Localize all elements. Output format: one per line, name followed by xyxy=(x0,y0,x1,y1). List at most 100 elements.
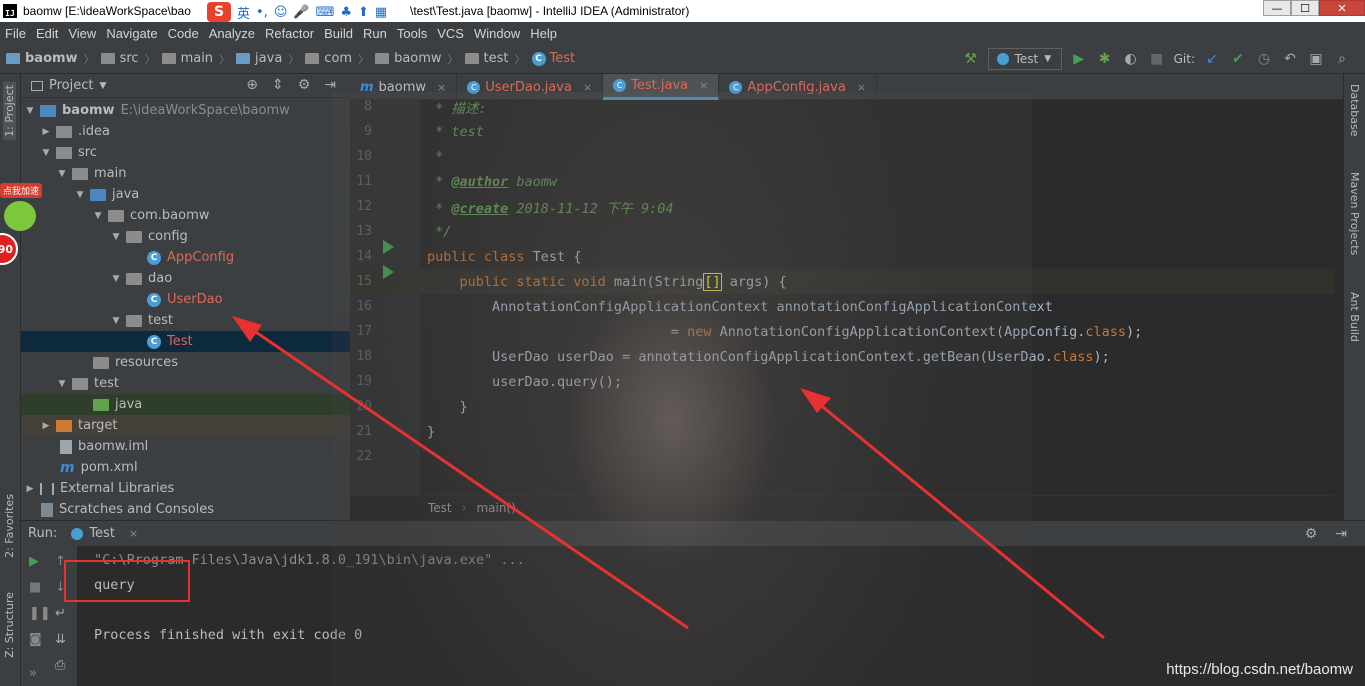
tab-test[interactable]: C Test.java × xyxy=(603,74,720,100)
menu-analyze[interactable]: Analyze xyxy=(204,26,260,41)
print-icon[interactable]: ⎙ xyxy=(55,658,65,673)
menu-code[interactable]: Code xyxy=(163,26,204,41)
database-tool-tab[interactable]: Database xyxy=(1348,84,1361,137)
run-icon[interactable]: ▶ xyxy=(1070,50,1088,68)
breadcrumb-com[interactable]: com 〉 xyxy=(305,51,369,67)
skin-icon[interactable]: ♣ xyxy=(340,5,352,20)
chevron-down-icon[interactable]: ▼ xyxy=(99,81,106,91)
tree-item-test-folder[interactable]: ▼ test xyxy=(21,373,350,394)
tab-baomw[interactable]: m baomw × xyxy=(350,74,458,100)
speedup-value[interactable]: 90 xyxy=(0,233,18,265)
search-icon[interactable]: ⌕ xyxy=(1333,50,1351,68)
project-tool-tab[interactable]: 1: Project xyxy=(3,82,16,140)
tree-item-resources[interactable]: resources xyxy=(21,352,350,373)
favorites-tool-tab[interactable]: 2: Favorites xyxy=(3,494,16,558)
coverage-icon[interactable]: ◐ xyxy=(1122,50,1140,68)
tree-item-test-java[interactable]: java xyxy=(21,394,350,415)
tree-item-baomw[interactable]: ▼ baomw E:\ideaWorkSpace\baomw xyxy=(21,100,350,121)
mic-icon[interactable]: 🎤 xyxy=(293,5,309,20)
tree-item-com-baomw[interactable]: ▼ com.baomw xyxy=(21,205,350,226)
git-commit-icon[interactable]: ✔ xyxy=(1229,50,1247,68)
speedup-badge[interactable]: 点我加速 90 xyxy=(0,183,48,283)
tree-item-userdao[interactable]: C UserDao xyxy=(21,289,350,310)
more-icon[interactable]: » xyxy=(29,666,37,681)
tree-item-external-libraries[interactable]: ▶ External Libraries xyxy=(21,478,350,499)
run-main-icon[interactable] xyxy=(383,265,394,279)
tree-item-test-package[interactable]: ▼ test xyxy=(21,310,350,331)
rerun-icon[interactable]: ▶ xyxy=(29,554,39,569)
revert-icon[interactable]: ↶ xyxy=(1281,50,1299,68)
tree-item-dao[interactable]: ▼ dao xyxy=(21,268,350,289)
grid-icon[interactable]: ▦ xyxy=(375,5,387,20)
breadcrumb-baomw[interactable]: baomw 〉 xyxy=(375,51,459,67)
close-button[interactable]: ✕ xyxy=(1319,0,1365,16)
collapse-icon[interactable]: ⇕ xyxy=(272,77,284,93)
menu-help[interactable]: Help xyxy=(525,26,562,41)
emoji-icon[interactable]: ☺ xyxy=(274,5,288,20)
run-config-select[interactable]: Test ▼ xyxy=(987,48,1062,70)
camera-icon[interactable]: ◙ xyxy=(29,632,42,647)
ime-toolbar[interactable]: S 英 •, ☺ 🎤 ⌨ ♣ ⬆ ▦ xyxy=(203,2,408,22)
tab-userdao[interactable]: C UserDao.java × xyxy=(457,74,604,100)
ant-tool-tab[interactable]: Ant Build xyxy=(1348,292,1361,342)
locate-icon[interactable]: ⊕ xyxy=(246,77,258,93)
menu-vcs[interactable]: VCS xyxy=(432,26,469,41)
close-icon[interactable]: × xyxy=(857,81,866,94)
keyboard-icon[interactable]: ⌨ xyxy=(316,5,335,20)
gear-icon[interactable]: ⚙ xyxy=(1305,526,1318,542)
history-icon[interactable]: ◷ xyxy=(1255,50,1273,68)
git-update-icon[interactable]: ↙ xyxy=(1203,50,1221,68)
breadcrumb-java[interactable]: java 〉 xyxy=(236,51,299,67)
close-icon[interactable]: × xyxy=(699,79,708,92)
soft-wrap-icon[interactable]: ↵ xyxy=(55,606,66,621)
gear-icon[interactable]: ⚙ xyxy=(298,77,311,93)
scroll-end-icon[interactable]: ⇊ xyxy=(55,632,66,647)
punctuation-icon[interactable]: •, xyxy=(256,5,268,20)
menu-view[interactable]: View xyxy=(63,26,101,41)
close-icon[interactable]: × xyxy=(583,81,592,94)
breadcrumb-project[interactable]: baomw 〉 xyxy=(6,51,95,67)
tab-appconfig[interactable]: C AppConfig.java × xyxy=(719,74,878,100)
crumb-method[interactable]: main() xyxy=(476,501,515,515)
ime-lang[interactable]: 英 xyxy=(237,3,250,22)
code-editor[interactable]: 8 * 描述: 9 * test 10 * 11 * @author baomw… xyxy=(350,100,1335,495)
build-hammer-icon[interactable]: ⚒ xyxy=(962,50,980,68)
breadcrumb-main[interactable]: main 〉 xyxy=(161,51,230,67)
menu-run[interactable]: Run xyxy=(358,26,392,41)
menu-file[interactable]: File xyxy=(0,26,31,41)
tree-item-idea[interactable]: ▶ .idea xyxy=(21,121,350,142)
run-class-icon[interactable] xyxy=(383,240,394,254)
minimize-button[interactable]: — xyxy=(1263,0,1291,16)
menu-refactor[interactable]: Refactor xyxy=(260,26,319,41)
sogou-icon[interactable]: S xyxy=(207,2,231,22)
structure-tool-tab[interactable]: Z: Structure xyxy=(3,592,16,658)
tree-item-src[interactable]: ▼ src xyxy=(21,142,350,163)
menu-tools[interactable]: Tools xyxy=(392,26,432,41)
breadcrumb-test[interactable]: test 〉 xyxy=(464,51,526,67)
hide-icon[interactable]: ⇥ xyxy=(324,77,336,93)
pause-icon[interactable]: ❚❚ xyxy=(29,606,51,621)
crumb-class[interactable]: Test xyxy=(428,501,452,515)
tree-item-iml[interactable]: baomw.iml xyxy=(21,436,350,457)
debug-icon[interactable]: ✱ xyxy=(1096,50,1114,68)
tree-item-test-class[interactable]: C Test xyxy=(21,331,350,352)
tree-item-config[interactable]: ▼ config xyxy=(21,226,350,247)
upload-icon[interactable]: ⬆ xyxy=(358,5,369,20)
menu-build[interactable]: Build xyxy=(319,26,358,41)
run-tab-test[interactable]: Test × xyxy=(71,526,138,541)
close-icon[interactable]: × xyxy=(437,81,446,94)
tree-item-java[interactable]: ▼ java xyxy=(21,184,350,205)
maven-tool-tab[interactable]: Maven Projects xyxy=(1348,172,1361,255)
project-structure-icon[interactable]: ▣ xyxy=(1307,50,1325,68)
tree-item-scratches[interactable]: Scratches and Consoles xyxy=(21,499,350,520)
breadcrumb-test-class[interactable]: C Test xyxy=(531,51,575,66)
close-icon[interactable]: × xyxy=(129,527,138,540)
stop-icon[interactable]: ■ xyxy=(29,580,41,595)
hide-icon[interactable]: ⇥ xyxy=(1335,526,1347,542)
menu-navigate[interactable]: Navigate xyxy=(101,26,162,41)
tree-item-main[interactable]: ▼ main xyxy=(21,163,350,184)
maximize-button[interactable]: ☐ xyxy=(1291,0,1319,16)
tree-item-appconfig[interactable]: C AppConfig xyxy=(21,247,350,268)
tree-item-pom[interactable]: m pom.xml xyxy=(21,457,350,478)
tree-item-target[interactable]: ▶ target xyxy=(21,415,350,436)
